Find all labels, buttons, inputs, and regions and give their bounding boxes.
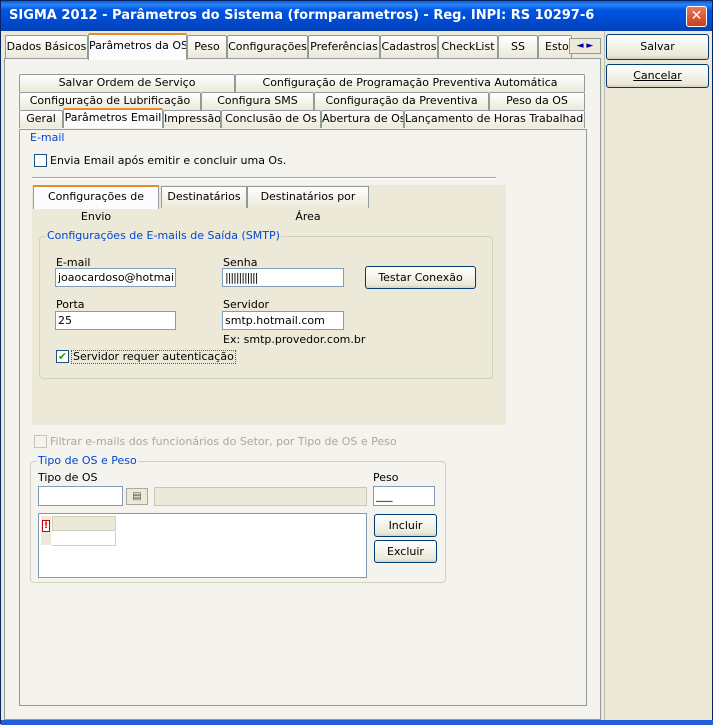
tab-impressao[interactable]: Impressão <box>163 110 221 128</box>
taskbar <box>1 720 713 725</box>
tab-lancamento-horas[interactable]: Lançamento de Horas Trabalhadas <box>404 110 585 128</box>
email-field[interactable]: joaocardoso@hotmail.co <box>55 268 176 287</box>
warning-icon: ! <box>42 520 50 532</box>
os-type-label: Tipo de OS <box>38 471 98 484</box>
os-type-description-field <box>154 487 367 506</box>
tab-config-preventiva[interactable]: Configuração da Preventiva <box>314 92 489 110</box>
os-type-group-title: Tipo de OS e Peso <box>37 454 138 467</box>
tab-ss[interactable]: SS <box>498 35 538 58</box>
exclude-button[interactable]: Excluir <box>374 540 437 563</box>
os-type-field[interactable] <box>38 486 123 506</box>
tab-abertura-de-os[interactable]: Abertura de Os <box>321 110 404 128</box>
tab-salvar-ordem-servico[interactable]: Salvar Ordem de Serviço <box>19 74 235 92</box>
tab-destinatarios[interactable]: Destinatários <box>161 186 247 208</box>
tab-conclusao-de-os[interactable]: Conclusão de Os <box>221 110 321 128</box>
tab-configuracoes[interactable]: Configurações <box>227 35 308 58</box>
tab-estoque[interactable]: Estoc <box>538 35 572 58</box>
server-example: Ex: smtp.provedor.com.br <box>223 333 366 346</box>
tab-peso[interactable]: Peso <box>187 35 227 58</box>
weight-label: Peso <box>373 471 399 484</box>
include-button[interactable]: Incluir <box>374 514 437 537</box>
tab-preferencias[interactable]: Preferências <box>308 35 380 58</box>
tab-configuracoes-envio[interactable]: Configurações de Envio <box>33 185 159 223</box>
tab-config-programacao-preventiva[interactable]: Configuração de Programação Preventiva A… <box>235 74 585 92</box>
weight-field[interactable]: ___ <box>373 486 435 506</box>
tab-parametros-da-os[interactable]: Parâmetros da OS <box>88 33 187 60</box>
requires-auth-label: Servidor requer autenticação <box>71 350 236 364</box>
server-label: Servidor <box>223 298 270 311</box>
close-icon[interactable]: ✕ <box>686 6 707 27</box>
filter-label: Filtrar e-mails dos funcionários do Seto… <box>50 435 397 448</box>
tab-geral[interactable]: Geral <box>19 110 63 128</box>
divider <box>32 177 496 179</box>
os-type-grid[interactable]: ! <box>38 513 367 578</box>
save-button[interactable]: Salvar <box>606 34 709 60</box>
tab-peso-da-os[interactable]: Peso da OS <box>489 92 585 110</box>
table-row[interactable] <box>52 532 116 546</box>
email-section-title: E-mail <box>30 131 65 144</box>
tab-destinatarios-por-area[interactable]: Destinatários por Área <box>247 186 369 223</box>
port-label: Porta <box>56 298 85 311</box>
title-bar: SIGMA 2012 - Parâmetros do Sistema (form… <box>1 1 712 31</box>
tab-parametros-email[interactable]: Parâmetros Email <box>63 108 163 128</box>
lookup-icon[interactable]: ▤ <box>126 488 148 505</box>
test-connection-button[interactable]: Testar Conexão <box>365 266 476 289</box>
action-column <box>604 31 712 723</box>
tab-dados-basicos[interactable]: Dados Básicos <box>5 35 88 58</box>
send-after-close-checkbox[interactable] <box>34 154 47 167</box>
filter-checkbox[interactable] <box>34 435 47 448</box>
parameters-window: SIGMA 2012 - Parâmetros do Sistema (form… <box>0 0 713 725</box>
tab-scroll-arrows-icon[interactable]: ◄ ► <box>569 38 601 54</box>
window-title: SIGMA 2012 - Parâmetros do Sistema (form… <box>9 8 595 23</box>
cancel-button[interactable]: Cancelar <box>606 64 709 88</box>
tab-checklist[interactable]: CheckList <box>438 35 498 58</box>
requires-auth-checkbox[interactable]: ✔ <box>56 350 69 363</box>
smtp-group-title: Configurações de E-mails de Saída (SMTP) <box>46 229 281 242</box>
tab-cadastros[interactable]: Cadastros <box>380 35 438 58</box>
send-after-close-label: Envia Email após emitir e concluir uma O… <box>50 154 287 167</box>
server-field[interactable]: smtp.hotmail.com <box>222 311 344 330</box>
password-field[interactable]: |||||||||||| <box>222 268 344 287</box>
tab-configura-sms[interactable]: Configura SMS <box>201 92 314 110</box>
grid-header <box>52 516 116 531</box>
port-field[interactable]: 25 <box>55 311 176 330</box>
